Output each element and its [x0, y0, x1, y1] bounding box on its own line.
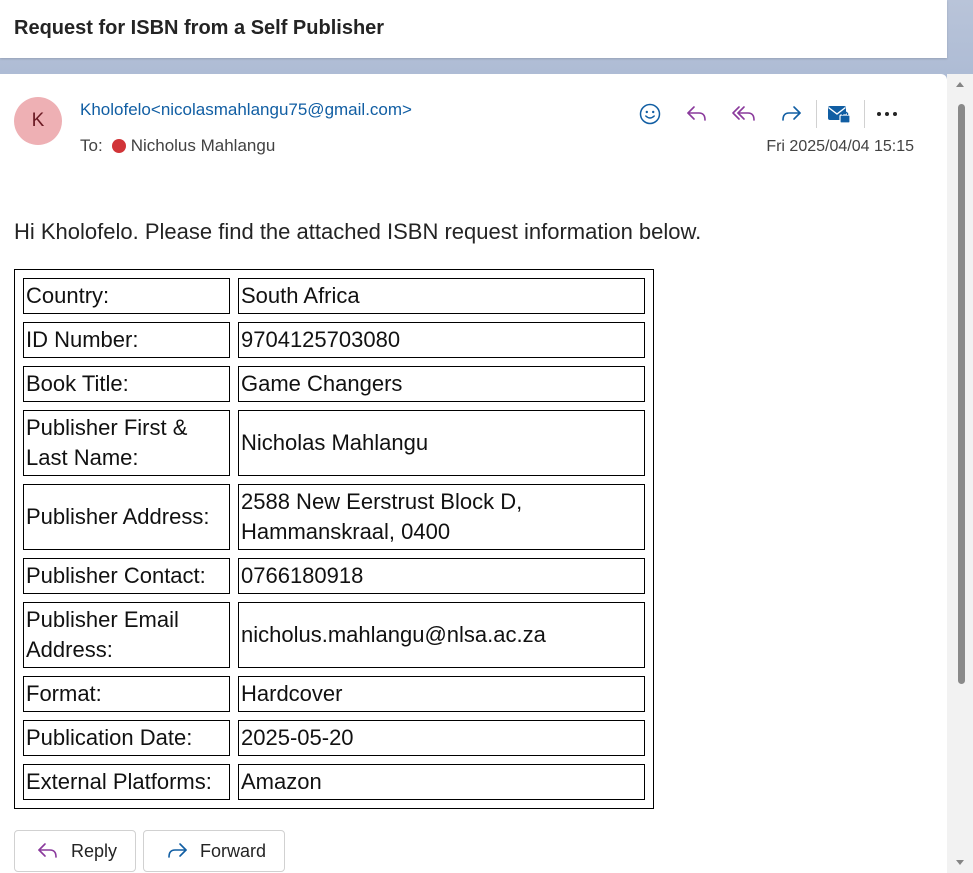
- forward-icon: [782, 106, 801, 121]
- field-label: Publisher First & Last Name:: [23, 410, 230, 476]
- received-date: Fri 2025/04/04 15:15: [766, 138, 914, 155]
- field-value: South Africa: [238, 278, 645, 314]
- field-label: Format:: [23, 676, 230, 712]
- field-value: nicholus.mahlangu@nlsa.ac.za: [238, 602, 645, 668]
- scroll-up-arrow-icon[interactable]: [956, 82, 964, 87]
- field-value: Hardcover: [238, 676, 645, 712]
- field-value: Game Changers: [238, 366, 645, 402]
- table-row: Publisher Contact: 0766180918: [23, 558, 645, 594]
- toolbar-divider: [816, 100, 817, 128]
- encrypted-mail-icon: [828, 106, 851, 124]
- field-label: Publisher Contact:: [23, 558, 230, 594]
- field-label: Country:: [23, 278, 230, 314]
- email-subject: Request for ISBN from a Self Publisher: [14, 17, 385, 39]
- field-value: Amazon: [238, 764, 645, 800]
- to-label: To:: [80, 136, 103, 155]
- forward-icon: [166, 842, 188, 860]
- scroll-thumb[interactable]: [958, 104, 965, 684]
- reply-actions: Reply Forward: [14, 830, 292, 872]
- presence-status-icon: [111, 139, 126, 153]
- table-row: Publisher Address: 2588 New Eerstrust Blo…: [23, 484, 645, 550]
- isbn-request-table: Country: South Africa ID Number: 9704125703…: [14, 269, 654, 809]
- table-row: Publisher First & Last Name: Nicholas Mah…: [23, 410, 645, 476]
- emoji-icon: [639, 103, 661, 125]
- table-row: Publication Date: 2025-05-20: [23, 720, 645, 756]
- forward-footer-button[interactable]: Forward: [143, 830, 286, 872]
- message-pane: K Kholofelo<nicolasmahlangu75@gmail.com>…: [0, 74, 947, 873]
- field-value: Nicholas Mahlangu: [238, 410, 645, 476]
- field-label: ID Number:: [23, 322, 230, 358]
- field-value: 2025-05-20: [238, 720, 645, 756]
- recipient-line: To: Nicholus Mahlangu: [80, 136, 275, 156]
- forward-button[interactable]: [773, 98, 809, 130]
- table-row: Country: South Africa: [23, 278, 645, 314]
- more-actions-button[interactable]: [869, 98, 905, 130]
- table-row: Format: Hardcover: [23, 676, 645, 712]
- vertical-scrollbar[interactable]: [947, 74, 973, 873]
- table-row: External Platforms: Amazon: [23, 764, 645, 800]
- table-row: Book Title: Game Changers: [23, 366, 645, 402]
- encrypt-button[interactable]: [821, 98, 857, 130]
- toolbar-divider: [864, 100, 865, 128]
- field-value: 2588 New Eerstrust Block D, Hammanskraal…: [238, 484, 645, 550]
- reply-icon: [37, 842, 59, 860]
- avatar-initial: K: [31, 110, 45, 131]
- body-greeting: Hi Kholofelo. Please find the attached I…: [14, 219, 702, 244]
- subject-bar: Request for ISBN from a Self Publisher: [0, 0, 947, 58]
- table-row: ID Number: 9704125703080: [23, 322, 645, 358]
- field-value: 0766180918: [238, 558, 645, 594]
- message-toolbar: [632, 98, 905, 130]
- reply-footer-button[interactable]: Reply: [14, 830, 137, 872]
- recipient-name[interactable]: Nicholus Mahlangu: [131, 136, 276, 156]
- scroll-down-arrow-icon[interactable]: [956, 860, 964, 865]
- field-label: Publisher Email Address:: [23, 602, 230, 668]
- field-label: Publisher Address:: [23, 484, 230, 550]
- reply-button[interactable]: [679, 98, 715, 130]
- emoji-button[interactable]: [632, 98, 668, 130]
- sender-address[interactable]: Kholofelo<nicolasmahlangu75@gmail.com>: [80, 100, 412, 120]
- reply-icon: [687, 106, 706, 121]
- avatar[interactable]: K: [14, 97, 62, 145]
- more-icon: [877, 112, 897, 116]
- field-label: Book Title:: [23, 366, 230, 402]
- table-row: Publisher Email Address: nicholus.mahlang…: [23, 602, 645, 668]
- reply-label: Reply: [71, 840, 118, 861]
- field-label: External Platforms:: [23, 764, 230, 800]
- reply-all-button[interactable]: [726, 98, 762, 130]
- forward-label: Forward: [200, 840, 267, 861]
- field-value: 9704125703080: [238, 322, 645, 358]
- reply-all-icon: [732, 106, 755, 121]
- field-label: Publication Date:: [23, 720, 230, 756]
